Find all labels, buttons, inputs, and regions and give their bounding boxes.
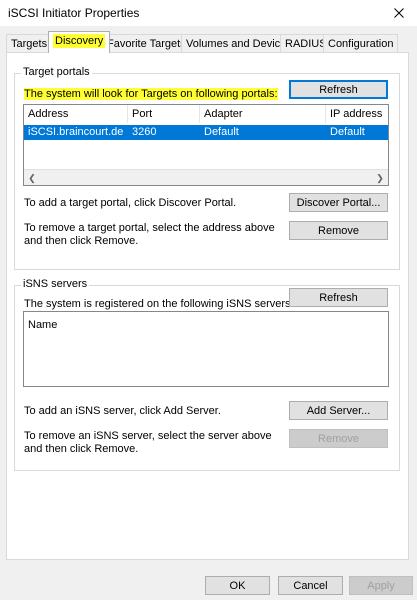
column-header-port[interactable]: Port [128, 105, 200, 123]
remove-server-button[interactable]: Remove [289, 429, 388, 448]
tab-discovery[interactable]: Discovery [48, 31, 111, 53]
window-title: iSCSI Initiator Properties [8, 6, 140, 20]
isns-description: The system is registered on the followin… [24, 298, 294, 310]
target-portals-description: The system will look for Targets on foll… [24, 88, 278, 101]
add-portal-hint: To add a target portal, click Discover P… [24, 197, 237, 209]
discover-portal-button[interactable]: Discover Portal... [289, 193, 388, 212]
cell-address: iSCSI.braincourt.de [28, 126, 124, 138]
table-row[interactable]: iSCSI.braincourt.de 3260 Default Default [24, 125, 388, 140]
ok-button[interactable]: OK [205, 576, 270, 595]
tab-configuration[interactable]: Configuration [323, 34, 399, 52]
remove-portal-button[interactable]: Remove [289, 221, 388, 240]
close-icon [393, 8, 404, 18]
tab-targets[interactable]: Targets [6, 34, 53, 52]
target-portals-list[interactable]: Address Port Adapter IP address iSCSI.br… [23, 104, 389, 186]
add-isns-hint: To add an iSNS server, click Add Server. [24, 405, 221, 417]
column-header-adapter[interactable]: Adapter [200, 105, 326, 123]
apply-button[interactable]: Apply [349, 576, 413, 595]
isns-servers-list[interactable]: Name [23, 311, 389, 387]
isns-servers-title: iSNS servers [21, 278, 90, 290]
remove-isns-hint: To remove an iSNS server, select the ser… [24, 430, 272, 455]
remove-portal-hint: To remove a target portal, select the ad… [24, 222, 275, 247]
scroll-left-icon[interactable]: ❮ [24, 171, 40, 185]
cell-adapter: Default [204, 126, 239, 138]
scroll-right-icon[interactable]: ❯ [372, 171, 388, 185]
close-button[interactable] [380, 0, 417, 26]
cell-ip-address: Default [330, 126, 365, 138]
tab-favorite-targets[interactable]: Favorite Targets [102, 34, 191, 52]
target-portals-description-text: The system will look for Targets on foll… [24, 88, 278, 100]
column-header-name[interactable]: Name [24, 316, 144, 334]
tab-discovery-label: Discovery [53, 34, 106, 48]
add-server-button[interactable]: Add Server... [289, 401, 388, 420]
target-portals-refresh-button[interactable]: Refresh [289, 80, 388, 99]
column-header-ip-address[interactable]: IP address [326, 105, 388, 123]
cancel-button[interactable]: Cancel [278, 576, 343, 595]
isns-refresh-button[interactable]: Refresh [289, 288, 388, 307]
cell-port: 3260 [132, 126, 157, 138]
column-header-address[interactable]: Address [24, 105, 128, 123]
target-portals-title: Target portals [21, 66, 92, 78]
horizontal-scrollbar[interactable]: ❮ ❯ [24, 169, 388, 185]
